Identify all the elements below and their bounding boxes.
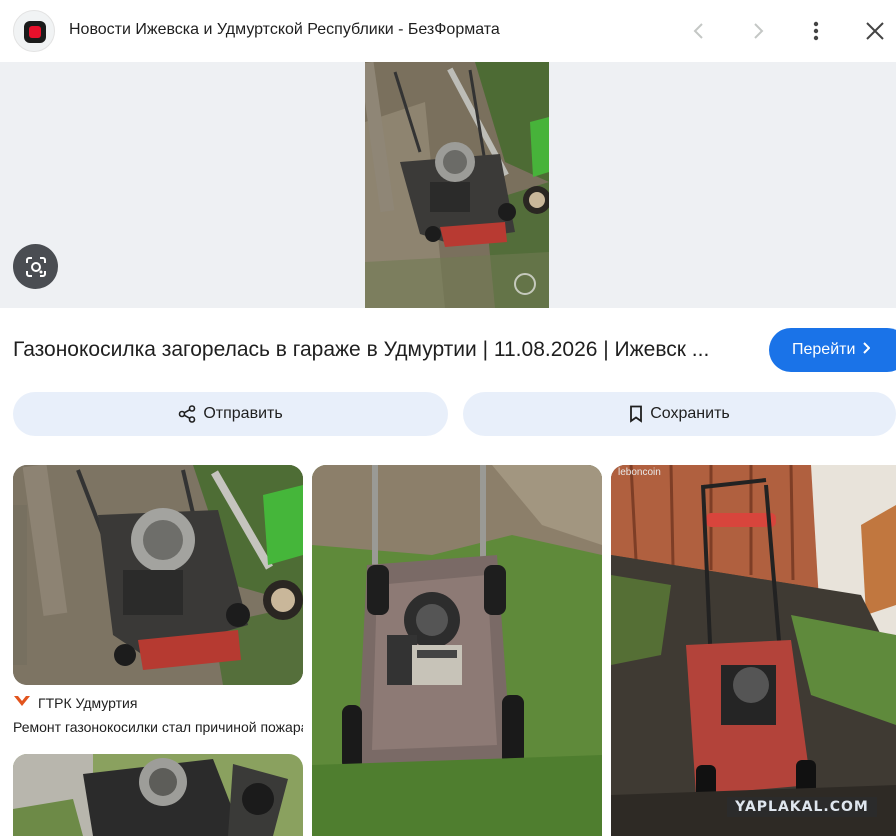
- related-source-name: ГТРК Удмуртия: [38, 694, 138, 711]
- yaplakal-watermark: YAPLAKAL.COM: [727, 797, 877, 817]
- save-button-label: Сохранить: [650, 405, 730, 422]
- share-button[interactable]: Отправить: [13, 392, 448, 436]
- save-button[interactable]: Сохранить: [463, 392, 896, 436]
- related-source[interactable]: ГТРК Удмуртия: [13, 694, 137, 711]
- bezformata-favicon-icon: [13, 10, 55, 52]
- hero-image-area: [0, 62, 896, 308]
- chevron-right-icon: [862, 341, 871, 359]
- share-icon: [179, 405, 196, 423]
- share-button-label: Отправить: [203, 405, 283, 422]
- visit-button[interactable]: Перейти: [769, 328, 896, 372]
- leboncoin-watermark: leboncoin: [618, 467, 661, 478]
- bookmark-icon: [630, 405, 643, 423]
- chevron-right-icon[interactable]: [741, 14, 775, 48]
- related-description[interactable]: Ремонт газонокосилки стал причиной пожар…: [13, 719, 303, 735]
- related-image-3[interactable]: [611, 465, 896, 836]
- result-title[interactable]: Газонокосилка загорелась в гараже в Удму…: [13, 338, 753, 362]
- related-image-4[interactable]: [13, 754, 303, 836]
- related-image-1[interactable]: [13, 465, 303, 685]
- viewer-header: Новости Ижевска и Удмуртской Республики …: [0, 0, 896, 62]
- main-image[interactable]: [365, 62, 549, 308]
- site-title[interactable]: Новости Ижевска и Удмуртской Республики …: [69, 21, 500, 39]
- lens-search-icon[interactable]: [13, 244, 58, 289]
- close-icon[interactable]: [858, 14, 892, 48]
- chevron-left-icon[interactable]: [682, 14, 716, 48]
- gtrk-logo-icon: [13, 694, 31, 711]
- more-vertical-icon[interactable]: [799, 14, 833, 48]
- related-image-2[interactable]: [312, 465, 602, 836]
- visit-button-label: Перейти: [792, 341, 856, 358]
